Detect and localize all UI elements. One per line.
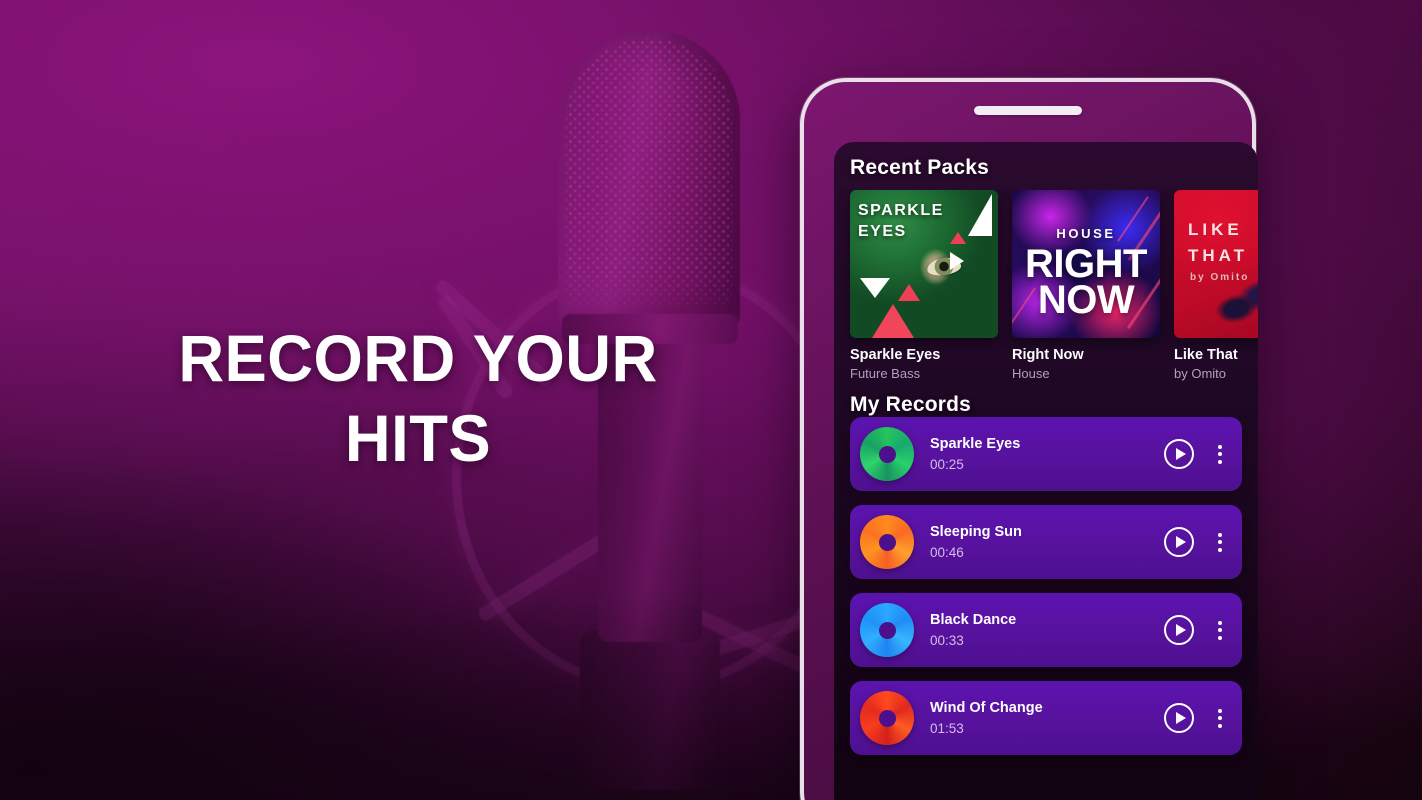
headline-line-2: HITS bbox=[344, 401, 492, 475]
white-triangle-icon bbox=[968, 194, 992, 236]
record-row[interactable]: Sleeping Sun 00:46 bbox=[850, 505, 1242, 579]
play-icon[interactable] bbox=[1164, 703, 1194, 733]
record-duration: 00:25 bbox=[930, 457, 964, 472]
red-triangle-icon bbox=[950, 232, 966, 244]
headline-line-1: RECORD YOUR bbox=[178, 321, 658, 395]
pack-card-sparkle-eyes[interactable]: SPARKLE EYES Sparkle Eyes Future Bass bbox=[850, 190, 998, 381]
phone-mockup: Recent Packs SPARKLE EYES Sparkle Eyes F… bbox=[800, 78, 1258, 800]
record-thumbnail-disc-icon bbox=[860, 603, 914, 657]
pack-art-line-2: EYES bbox=[858, 223, 907, 240]
pack-art-line-1: SPARKLE bbox=[858, 202, 944, 219]
red-triangle-icon bbox=[872, 304, 914, 338]
phone-screen: Recent Packs SPARKLE EYES Sparkle Eyes F… bbox=[834, 142, 1258, 800]
record-thumbnail-disc-icon bbox=[860, 427, 914, 481]
record-row[interactable]: Sparkle Eyes 00:25 bbox=[850, 417, 1242, 491]
play-icon[interactable] bbox=[1164, 439, 1194, 469]
my-records-list: Sparkle Eyes 00:25 Sleeping Sun 00:46 Bl… bbox=[834, 417, 1258, 755]
pack-art-genre-tag: HOUSE bbox=[1056, 226, 1116, 241]
recent-packs-heading: Recent Packs bbox=[850, 156, 989, 179]
pack-art-line-2: THAT bbox=[1188, 246, 1249, 265]
pack-artwork[interactable]: HOUSE RIGHT NOW bbox=[1012, 190, 1160, 338]
pack-subtitle: by Omito bbox=[1174, 366, 1227, 381]
record-row[interactable]: Wind Of Change 01:53 bbox=[850, 681, 1242, 755]
my-records-heading: My Records bbox=[850, 393, 972, 416]
record-duration: 00:33 bbox=[930, 633, 964, 648]
pack-subtitle: Future Bass bbox=[850, 366, 921, 381]
pack-card-right-now[interactable]: HOUSE RIGHT NOW Right Now House bbox=[1012, 190, 1160, 381]
record-meta: Sparkle Eyes 00:25 bbox=[914, 436, 1164, 472]
record-meta: Sleeping Sun 00:46 bbox=[914, 524, 1164, 560]
pack-artwork[interactable]: LIKE THAT by Omito bbox=[1174, 190, 1258, 338]
play-icon[interactable] bbox=[1164, 615, 1194, 645]
pack-art-line-2: NOW bbox=[1037, 278, 1135, 322]
record-duration: 00:46 bbox=[930, 545, 964, 560]
record-title: Black Dance bbox=[930, 612, 1017, 628]
pack-art-line-1: LIKE bbox=[1188, 220, 1243, 239]
phone-earpiece-speaker bbox=[974, 106, 1082, 115]
pack-title: Right Now bbox=[1012, 347, 1084, 363]
play-triangle-icon bbox=[950, 252, 964, 270]
more-options-icon[interactable] bbox=[1210, 620, 1230, 640]
pack-artwork[interactable]: SPARKLE EYES bbox=[850, 190, 998, 338]
red-triangle-icon bbox=[898, 284, 920, 301]
pack-title: Sparkle Eyes bbox=[850, 347, 941, 363]
play-icon[interactable] bbox=[1164, 527, 1194, 557]
more-options-icon[interactable] bbox=[1210, 444, 1230, 464]
pack-title: Like That bbox=[1174, 347, 1238, 363]
record-thumbnail-disc-icon bbox=[860, 515, 914, 569]
record-title: Wind Of Change bbox=[930, 700, 1043, 716]
pack-artwork-title: SPARKLE EYES bbox=[858, 200, 944, 242]
record-row[interactable]: Black Dance 00:33 bbox=[850, 593, 1242, 667]
pack-subtitle: House bbox=[1012, 366, 1050, 381]
record-meta: Wind Of Change 01:53 bbox=[914, 700, 1164, 736]
record-duration: 01:53 bbox=[930, 721, 964, 736]
record-title: Sleeping Sun bbox=[930, 524, 1022, 540]
promo-banner: RECORD YOUR HITS Recent Packs SPARKLE EY… bbox=[0, 0, 1422, 800]
microphone-grille bbox=[566, 38, 732, 306]
pack-card-like-that[interactable]: LIKE THAT by Omito Like That by Omito bbox=[1174, 190, 1258, 381]
page-title: RECORD YOUR HITS bbox=[159, 318, 677, 478]
record-meta: Black Dance 00:33 bbox=[914, 612, 1164, 648]
microphone-base bbox=[580, 630, 720, 790]
recent-packs-carousel[interactable]: SPARKLE EYES Sparkle Eyes Future Bass HO… bbox=[834, 190, 1258, 381]
white-triangle-icon bbox=[860, 278, 890, 298]
more-options-icon[interactable] bbox=[1210, 532, 1230, 552]
record-thumbnail-disc-icon bbox=[860, 691, 914, 745]
more-options-icon[interactable] bbox=[1210, 708, 1230, 728]
record-title: Sparkle Eyes bbox=[930, 436, 1021, 452]
